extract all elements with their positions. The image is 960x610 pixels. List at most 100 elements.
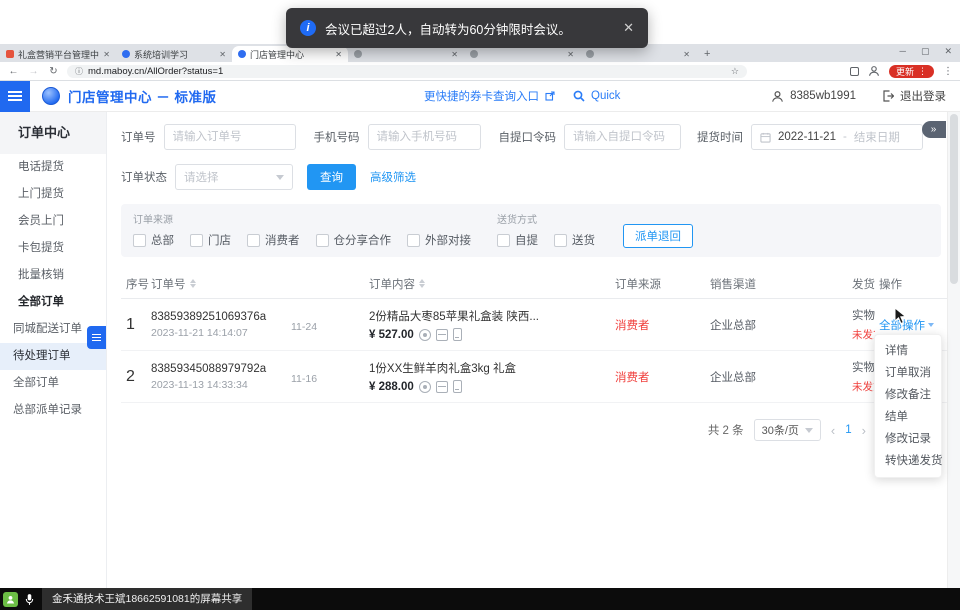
back-icon[interactable]: ← [7, 66, 20, 77]
advanced-filter-link[interactable]: 高级筛选 [370, 169, 416, 185]
menu-item-close-order[interactable]: 结单 [875, 406, 941, 428]
checkbox-delivery[interactable]: 送货 [554, 232, 595, 248]
refresh-icon[interactable]: ↻ [47, 66, 60, 77]
next-page-button[interactable]: › [862, 423, 866, 438]
order-number: 83859345088979792a [151, 363, 285, 375]
window-close-button[interactable]: ✕ [944, 46, 952, 57]
browser-tab[interactable]: ✕ [580, 46, 696, 62]
sidebar-drawer-toggle[interactable] [87, 326, 106, 349]
header-order-no[interactable]: 订单号 [151, 276, 291, 292]
checkbox-source-consumer[interactable]: 消费者 [247, 232, 300, 248]
order-status-select[interactable]: 请选择 [175, 164, 293, 190]
sidebar-item-all-orders[interactable]: 全部订单 [0, 370, 106, 397]
checkbox-source-store[interactable]: 门店 [190, 232, 231, 248]
sales-channel-cell: 企业总部 [697, 316, 841, 334]
sidebar-item-hq-dispatch-records[interactable]: 总部派单记录 [0, 397, 106, 424]
ship-status: 未发货 [852, 379, 875, 394]
sidebar-item-cardpack-pickup[interactable]: 卡包提货 [0, 235, 106, 262]
pickup-date-range[interactable]: 2022-11-21 - 结束日期 [751, 124, 923, 150]
tab-close-icon[interactable]: ✕ [219, 50, 226, 59]
new-tab-button[interactable]: + [704, 48, 710, 60]
order-no-input[interactable] [164, 124, 296, 150]
checkbox-icon [554, 234, 567, 247]
page-size-select[interactable]: 30条/页 [754, 419, 821, 441]
browser-profile-icon[interactable] [868, 65, 880, 77]
window-maximize-button[interactable]: ▢ [921, 46, 930, 57]
tab-favicon [470, 50, 478, 58]
sidebar-item-door-pickup[interactable]: 上门提货 [0, 181, 106, 208]
menu-toggle-button[interactable] [0, 81, 30, 112]
current-page-button[interactable]: 1 [845, 424, 851, 436]
browser-tab[interactable]: ✕ [464, 46, 580, 62]
tab-favicon [238, 50, 246, 58]
forward-icon[interactable]: → [27, 66, 40, 77]
scrollbar-thumb[interactable] [950, 114, 958, 284]
checkbox-label: 外部对接 [425, 232, 471, 248]
extensions-icon[interactable] [850, 67, 859, 76]
table-row: 1 83859389251069376a 2023-11-21 14:14:07… [121, 299, 960, 351]
site-info-icon[interactable]: ⓘ [75, 66, 83, 77]
ship-status-cell: 实物 未发货 [841, 307, 875, 342]
browser-tab[interactable]: 系统培训学习 ✕ [116, 46, 232, 62]
menu-item-edit-remark[interactable]: 修改备注 [875, 384, 941, 406]
checkbox-source-warehouse-share[interactable]: 仓分享合作 [316, 232, 392, 248]
browser-toolbar: ← → ↻ ⓘ md.maboy.cn/AllOrder?status=1 ☆ … [0, 62, 960, 81]
all-actions-button[interactable]: 全部操作 [879, 317, 947, 333]
menu-item-cancel-order[interactable]: 订单取消 [875, 362, 941, 384]
menu-item-edit-records[interactable]: 修改记录 [875, 428, 941, 450]
sort-icon[interactable] [190, 279, 196, 288]
header-order-content[interactable]: 订单内容 [361, 276, 601, 292]
menu-item-detail[interactable]: 详情 [875, 340, 941, 362]
tab-title: 礼盒营销平台管理中心 [18, 48, 99, 61]
browser-tab-active[interactable]: 门店管理中心 ✕ [232, 46, 348, 62]
total-count-text: 共 2 条 [708, 422, 744, 438]
tab-close-icon[interactable]: ✕ [451, 50, 458, 59]
prev-page-button[interactable]: ‹ [831, 423, 835, 438]
page-scrollbar[interactable] [947, 112, 960, 588]
toast-close-icon[interactable]: ✕ [623, 20, 634, 36]
address-bar[interactable]: ⓘ md.maboy.cn/AllOrder?status=1 ☆ [67, 65, 747, 78]
phone-input[interactable] [368, 124, 481, 150]
window-minimize-button[interactable]: ─ [900, 46, 906, 57]
tab-close-icon[interactable]: ✕ [335, 50, 342, 59]
browser-update-button[interactable]: 更新 ⋮ [889, 65, 934, 78]
sidebar-item-all-orders-group[interactable]: 全部订单 [0, 289, 106, 316]
checkbox-label: 门店 [208, 232, 231, 248]
toolbar-right-icons: 更新 ⋮ ⋮ [850, 65, 953, 78]
browser-tab[interactable]: ✕ [348, 46, 464, 62]
collapse-panel-toggle[interactable]: » [922, 121, 946, 138]
date-start-value: 2022-11-21 [778, 131, 836, 143]
date-end-placeholder: 结束日期 [854, 129, 900, 145]
checkbox-self-pickup[interactable]: 自提 [497, 232, 538, 248]
url-text: md.maboy.cn/AllOrder?status=1 [88, 66, 726, 77]
microphone-icon[interactable] [25, 593, 34, 606]
coupon-query-link[interactable]: 更快捷的券卡查询入口 [424, 88, 539, 104]
checkbox-source-hq[interactable]: 总部 [133, 232, 174, 248]
sales-channel-cell: 企业总部 [697, 368, 841, 386]
sidebar-item-member-visit[interactable]: 会员上门 [0, 208, 106, 235]
order-content-cell: 2份精品大枣85苹果礼盒装 陕西... ¥ 527.00 [361, 308, 601, 341]
chevron-down-icon [276, 175, 284, 180]
sort-icon[interactable] [419, 279, 425, 288]
order-source-label: 订单来源 [133, 211, 471, 226]
sidebar-item-phone-pickup[interactable]: 电话提货 [0, 154, 106, 181]
username-text: 8385wb1991 [790, 90, 856, 102]
tab-close-icon[interactable]: ✕ [103, 50, 110, 59]
order-status-placeholder: 请选择 [184, 169, 219, 185]
dispatch-return-button[interactable]: 派单退回 [623, 224, 693, 248]
quick-search-link[interactable]: Quick [591, 90, 620, 102]
checkbox-source-external[interactable]: 外部对接 [407, 232, 471, 248]
search-button[interactable]: 查询 [307, 164, 356, 190]
pickup-code-input[interactable] [564, 124, 681, 150]
browser-tab[interactable]: 礼盒营销平台管理中心 ✕ [0, 46, 116, 62]
logout-button[interactable]: 退出登录 [900, 88, 946, 104]
menu-item-express-ship[interactable]: 转快递发货 [875, 450, 941, 472]
sidebar-item-batch-verify[interactable]: 批量核销 [0, 262, 106, 289]
tab-close-icon[interactable]: ✕ [567, 50, 574, 59]
tab-close-icon[interactable]: ✕ [683, 50, 690, 59]
browser-menu-icon[interactable]: ⋮ [943, 66, 953, 77]
bookmark-star-icon[interactable]: ☆ [731, 66, 739, 77]
order-no-label: 订单号 [121, 129, 156, 145]
order-type-circle-icon [419, 381, 431, 393]
user-zone: 8385wb1991 退出登录 [771, 88, 946, 104]
